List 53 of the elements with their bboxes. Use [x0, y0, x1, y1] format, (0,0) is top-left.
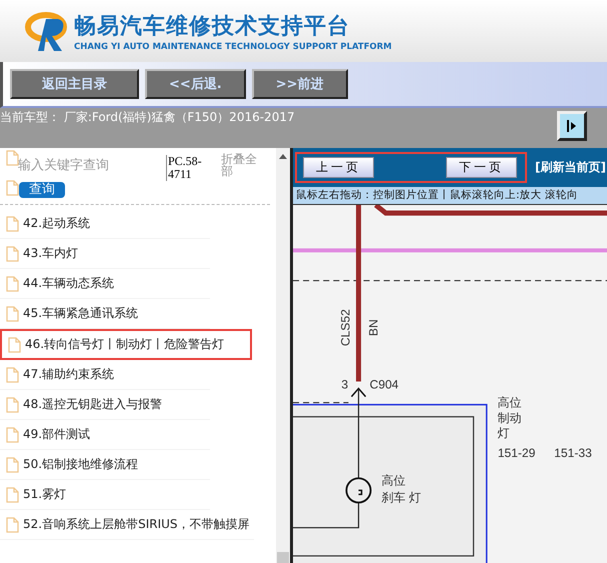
document-icon: [6, 456, 19, 472]
pin-label: 3: [341, 378, 348, 392]
arrow-icon: [567, 120, 577, 132]
document-icon: [6, 216, 19, 232]
usage-hint-text: 鼠标左右拖动：控制图片位置丨鼠标滚轮向上:放大 滚轮向: [293, 187, 607, 205]
tree-item[interactable]: 46.转向信号灯丨制动灯丨危险警告灯: [0, 329, 252, 360]
circuit-ref-label: 151-29: [498, 446, 536, 460]
document-icon: [6, 246, 19, 262]
platform-title: 畅易汽车维修技术支持平台: [74, 12, 351, 40]
current-model-text: 当前车型： 厂家:Ford(福特)猛禽（F150）2016-2017: [0, 109, 295, 126]
document-icon: [6, 366, 19, 382]
refresh-page-link[interactable]: [刷新当前页]: [535, 159, 606, 176]
document-icon: [6, 426, 19, 442]
platform-subtitle: CHANG YI AUTO MAINTENANCE TECHNOLOGY SUPPORT PLATFORM: [74, 42, 392, 52]
nav-button[interactable]: 返回主目录: [10, 69, 139, 99]
tree-item[interactable]: 43.车内灯: [0, 239, 210, 269]
document-icon: [6, 276, 19, 292]
wire-color-label: BN: [366, 319, 381, 336]
scrollbar-thumb[interactable]: [277, 552, 289, 563]
tree-item[interactable]: 45.车辆紧急通讯系统: [0, 299, 210, 329]
lamp-label: 高位 刹车 灯: [382, 473, 422, 504]
part-code-text: PC.58-4711: [166, 155, 218, 181]
connector-symbol: [350, 387, 366, 398]
document-icon: [6, 396, 19, 412]
search-button[interactable]: 查询: [19, 182, 65, 198]
tree-item[interactable]: 51.雾灯: [0, 480, 210, 510]
connector-label: C904: [370, 378, 399, 392]
previous-page-button[interactable]: 上一页: [303, 157, 374, 178]
nav-button[interactable]: <<后退.: [145, 69, 246, 99]
tree-item[interactable]: 47.辅助约束系统: [0, 360, 210, 390]
tree-item[interactable]: 50.铝制接地维修流程: [0, 450, 210, 480]
lamp-symbol: [346, 477, 372, 504]
document-icon: [6, 516, 19, 532]
scrollbar[interactable]: [276, 148, 290, 563]
document-icon: [6, 180, 19, 196]
logo-icon: [24, 9, 70, 53]
document-icon: [8, 336, 21, 352]
tree-item[interactable]: 48.遥控无钥匙进入与报警: [0, 390, 210, 420]
wiring-diagram[interactable]: CLS52 BN 3 C904 高位 制动 灯 151-29 151-33 高位 刹车 灯: [293, 205, 607, 563]
tree-item[interactable]: 49.部件测试: [0, 420, 210, 450]
document-icon: [6, 486, 19, 502]
next-page-button[interactable]: 下一页: [446, 157, 517, 178]
scroll-up-icon[interactable]: [279, 154, 287, 159]
keyword-search-field[interactable]: 输入关键字查询: [18, 158, 148, 173]
circuit-ref-label: 151-33: [554, 446, 592, 460]
wire-code-label: CLS52: [338, 309, 352, 346]
toggle-panel-button[interactable]: [557, 111, 587, 141]
tree-item[interactable]: 52.音响系统上层舱带SIRIUS，不带触摸屏: [0, 510, 254, 540]
nav-button[interactable]: >>前进: [252, 69, 348, 99]
document-icon: [6, 306, 19, 322]
component-label: 高位 制动 灯: [498, 396, 522, 440]
tree-item[interactable]: 42.起动系统: [0, 209, 210, 239]
tree-item[interactable]: 44.车辆动态系统: [0, 269, 210, 299]
